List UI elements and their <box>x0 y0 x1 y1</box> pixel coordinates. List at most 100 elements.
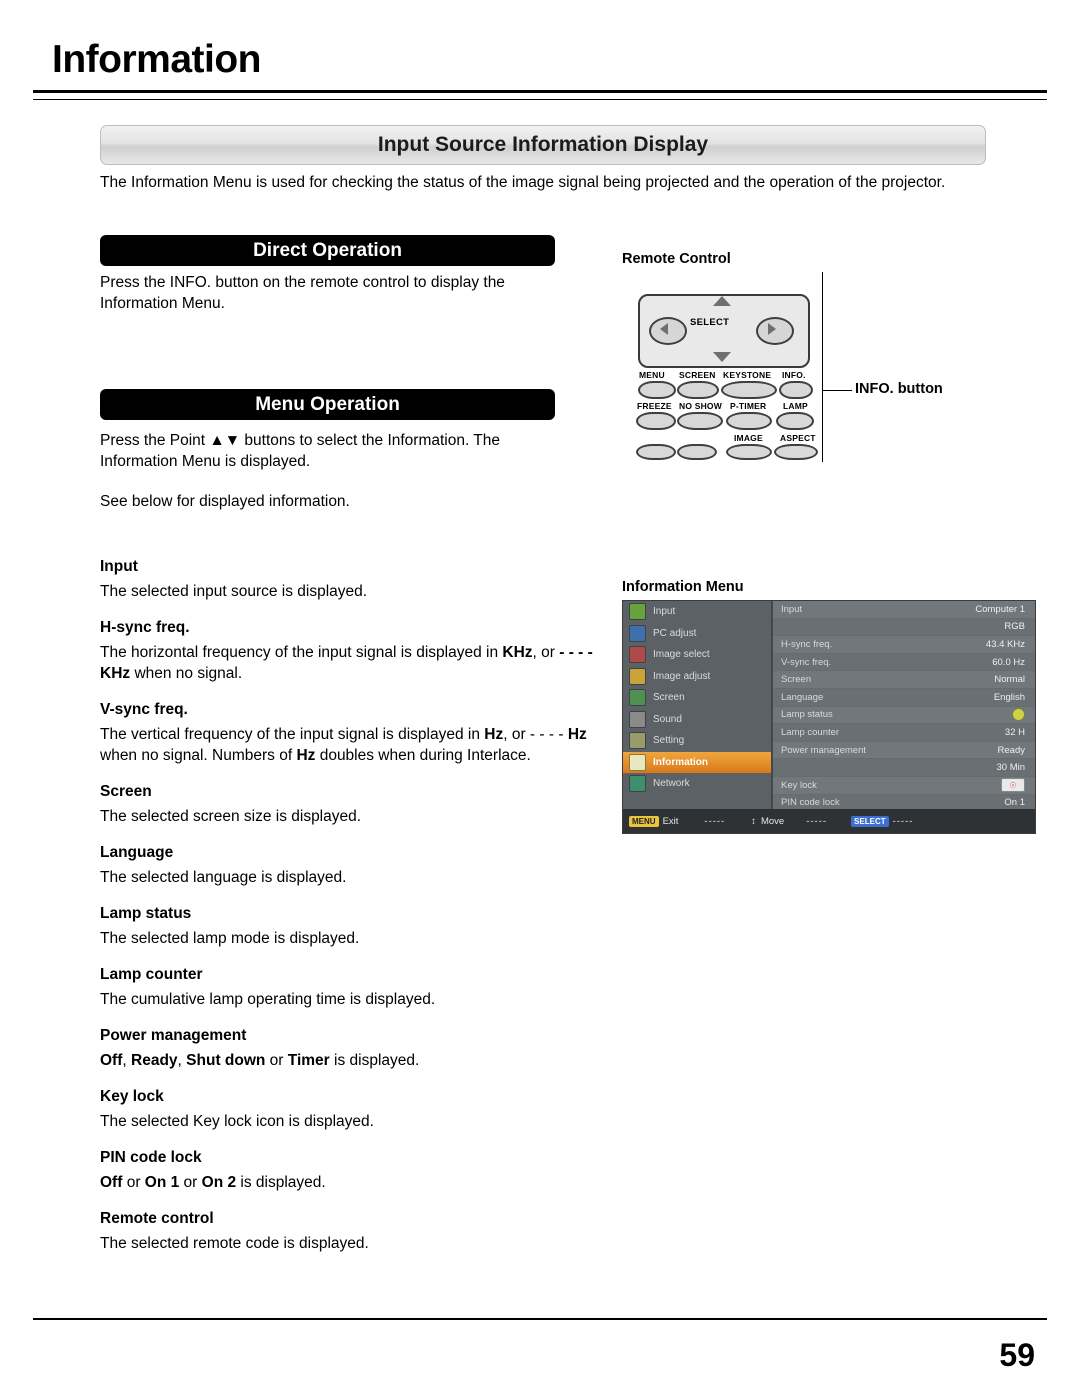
osd-row-signal: RGB <box>773 618 1035 637</box>
osd-sidebar: Input PC adjust Image select Image adjus… <box>623 601 773 809</box>
osd-row-value: RGB <box>1004 621 1025 633</box>
menu-button[interactable] <box>638 381 676 399</box>
point-left-icon <box>660 323 668 335</box>
osd-row-label: Input <box>781 603 803 615</box>
remote-control-label: Remote Control <box>622 251 731 267</box>
osd-row-hsync: H-sync freq. 43.4 KHz <box>773 636 1035 654</box>
osd-row-value: On 1 <box>1004 797 1025 809</box>
move-arrows-icon: ↕ <box>751 815 756 827</box>
osd-menu-item-screen[interactable]: Screen <box>623 687 771 709</box>
osd-row-value: 43.4 KHz <box>985 638 1025 650</box>
osd-row-value: 60.0 Hz <box>992 656 1025 668</box>
information-menu-screenshot: Input PC adjust Image select Image adjus… <box>622 600 1036 834</box>
menu-key-label: MENU <box>639 370 665 380</box>
osd-row-input: Input Computer 1 <box>773 601 1035 619</box>
remote-control-illustration: SELECT MENU SCREEN KEYSTONE INFO. FREEZE… <box>636 278 818 463</box>
section-banner: Input Source Information Display <box>100 125 986 165</box>
osd-row-label: Power management <box>781 744 867 756</box>
definition-term: Screen <box>100 783 152 800</box>
osd-menu-label: Input <box>653 606 676 618</box>
callout-bracket <box>822 272 823 462</box>
definition-desc: The cumulative lamp operating time is di… <box>100 991 436 1008</box>
setting-icon <box>629 732 646 750</box>
definition-desc: Off or On 1 or On 2 is displayed. <box>100 1174 326 1191</box>
osd-menu-item-image-adjust[interactable]: Image adjust <box>623 666 771 688</box>
p-timer-key-label: P-TIMER <box>730 401 767 411</box>
no-show-key-label: NO SHOW <box>679 401 722 411</box>
footer-rule <box>33 1318 1047 1320</box>
osd-row-power-management: Power management Ready <box>773 741 1035 760</box>
osd-row-vsync: V-sync freq. 60.0 Hz <box>773 653 1035 672</box>
intro-paragraph: The Information Menu is used for checkin… <box>100 174 946 191</box>
osd-row-key-lock: Key lock ☉ <box>773 776 1035 795</box>
osd-menu-label: Screen <box>653 692 685 704</box>
osd-row-label: H-sync freq. <box>781 638 833 650</box>
screen-icon <box>629 689 646 707</box>
menu-operation-text-1: Press the Point ▲▼ buttons to select the… <box>100 432 501 470</box>
osd-row-language: Language English <box>773 688 1035 707</box>
definition-term: PIN code lock <box>100 1149 202 1166</box>
page-number: 59 <box>999 1337 1035 1373</box>
page-title: Information <box>52 38 261 81</box>
osd-menu-label: Information <box>653 756 708 768</box>
definition-desc: The selected language is displayed. <box>100 869 347 886</box>
point-left-button[interactable] <box>649 317 687 345</box>
osd-menu-item-setting[interactable]: Setting <box>623 730 771 752</box>
osd-menu-item-network[interactable]: Network <box>623 773 771 795</box>
osd-row-lamp-counter: Lamp counter 32 H <box>773 724 1035 742</box>
definition-desc: The selected input source is displayed. <box>100 583 368 600</box>
keystone-key-label: KEYSTONE <box>723 370 772 380</box>
definition-term: H-sync freq. <box>100 619 190 636</box>
callout-leader-line <box>822 390 852 391</box>
osd-menu-label: Image select <box>653 649 710 661</box>
freeze-button[interactable] <box>636 412 676 430</box>
information-menu-label: Information Menu <box>622 579 744 595</box>
osd-row-value: English <box>993 691 1025 703</box>
osd-row-value: Ready <box>997 744 1025 756</box>
lamp-key-label: LAMP <box>783 401 808 411</box>
osd-menu-label: Image adjust <box>653 670 711 682</box>
definition-term: Key lock <box>100 1088 164 1105</box>
osd-row-lamp-status: Lamp status <box>773 706 1035 725</box>
volume-plus-button[interactable] <box>677 444 717 460</box>
screen-button[interactable] <box>677 381 719 399</box>
sound-icon <box>629 710 646 728</box>
info-button-callout: INFO. button <box>855 381 943 397</box>
osd-detail-panel: Input Computer 1 RGB H-sync freq. 43.4 K… <box>773 601 1035 830</box>
osd-menu-item-image-select[interactable]: Image select <box>623 644 771 666</box>
osd-menu-label: Network <box>653 778 690 790</box>
info-key-label: INFO. <box>782 370 806 380</box>
osd-row-label: Key lock <box>781 779 817 791</box>
definition-term: Language <box>100 844 174 861</box>
image-key-label: IMAGE <box>734 433 763 443</box>
info-button[interactable] <box>779 381 813 399</box>
point-up-icon <box>713 296 731 306</box>
osd-menu-label: PC adjust <box>653 627 697 639</box>
definition-term: Remote control <box>100 1210 214 1227</box>
definition-term: Lamp counter <box>100 966 203 983</box>
osd-menu-item-sound[interactable]: Sound <box>623 709 771 731</box>
osd-row-label: Language <box>781 691 824 703</box>
menu-operation-text-2: See below for displayed information. <box>100 493 350 510</box>
image-button[interactable] <box>726 444 772 460</box>
image-adjust-icon <box>629 667 646 685</box>
definition-desc: The selected remote code is displayed. <box>100 1235 369 1252</box>
volume-minus-button[interactable] <box>636 444 676 460</box>
osd-row-screen: Screen Normal <box>773 671 1035 689</box>
osd-help-bar: MENU Exit ----- ↕ Move ----- SELECT ----… <box>623 809 1035 833</box>
right-dots: ----- <box>806 815 828 827</box>
osd-row-label: Lamp counter <box>781 726 840 738</box>
lamp-button[interactable] <box>776 412 814 430</box>
document-page: Information Input Source Information Dis… <box>0 0 1080 1397</box>
no-show-button[interactable] <box>677 412 723 430</box>
osd-menu-item-information[interactable]: Information <box>623 751 771 773</box>
point-right-icon <box>768 323 776 335</box>
osd-menu-item-pc-adjust[interactable]: PC adjust <box>623 623 771 645</box>
aspect-button[interactable] <box>774 444 818 460</box>
p-timer-button[interactable] <box>726 412 772 430</box>
keystone-button[interactable] <box>721 381 777 399</box>
definition-desc: The selected Key lock icon is displayed. <box>100 1113 374 1130</box>
osd-menu-item-input[interactable]: Input <box>623 601 771 623</box>
definition-term: V-sync freq. <box>100 701 188 718</box>
definition-desc: The horizontal frequency of the input si… <box>100 644 593 682</box>
